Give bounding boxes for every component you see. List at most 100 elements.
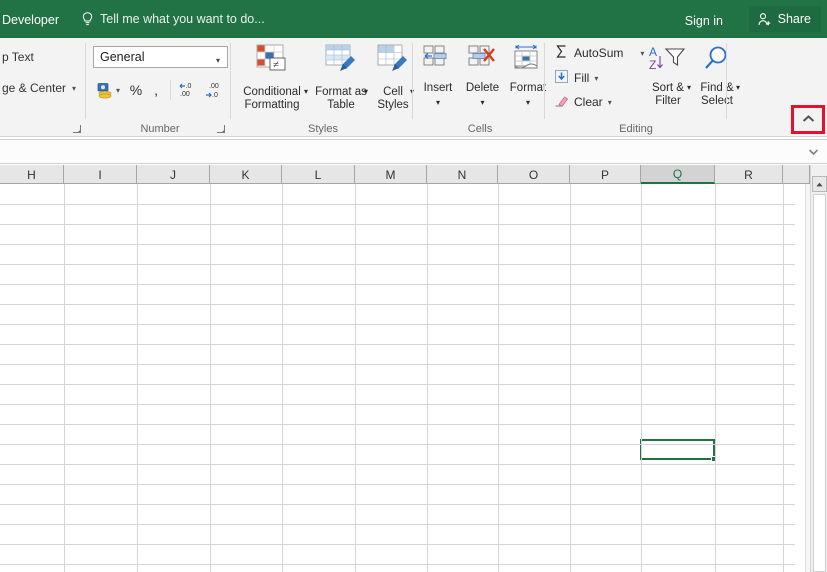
grid-row-line bbox=[0, 304, 795, 305]
merge-center-label: ge & Center bbox=[2, 81, 66, 95]
cell-styles-button[interactable]: Cell Styles ▾ bbox=[372, 44, 414, 112]
tell-me-label: Tell me what you want to do... bbox=[100, 12, 265, 26]
grid-row-line bbox=[0, 424, 795, 425]
chevron-down-icon[interactable]: ▾ bbox=[526, 96, 530, 109]
grid-column-line bbox=[282, 184, 283, 572]
column-header-K[interactable]: K bbox=[210, 165, 282, 184]
column-header-I[interactable]: I bbox=[64, 165, 137, 184]
chevron-down-icon[interactable]: ▾ bbox=[736, 81, 740, 94]
grid-row-line bbox=[0, 564, 795, 565]
ribbon-group-number-label: Number bbox=[90, 123, 230, 135]
share-button[interactable]: Share bbox=[749, 6, 821, 32]
insert-cells-button[interactable]: Insert ▾ bbox=[416, 44, 460, 109]
column-header-row: HIJKLMNOPQR bbox=[0, 165, 810, 184]
column-header-H[interactable]: H bbox=[0, 165, 64, 184]
svg-text:Z: Z bbox=[649, 58, 656, 72]
accounting-format-button[interactable] bbox=[94, 77, 116, 103]
find-select-button[interactable]: Find & Select ▾ bbox=[693, 44, 741, 108]
conditional-formatting-icon: ≠ bbox=[252, 44, 292, 82]
number-format-combo[interactable]: General ▾ bbox=[93, 46, 228, 68]
ribbon-group-styles: ≠ Conditional Formatting ▾ Format as Tab… bbox=[232, 38, 414, 137]
svg-text:.00: .00 bbox=[209, 83, 219, 90]
grid-row-line bbox=[0, 344, 795, 345]
chevron-down-icon[interactable]: ▾ bbox=[72, 84, 76, 93]
decrease-decimal-icon[interactable]: .00 .0 bbox=[202, 77, 228, 103]
ribbon-group-cells: Insert ▾ Delete ▾ bbox=[414, 38, 546, 137]
grid-column-line bbox=[64, 184, 65, 572]
column-header-M[interactable]: M bbox=[355, 165, 427, 184]
chevron-up-icon bbox=[801, 111, 816, 129]
svg-text:A: A bbox=[649, 45, 657, 59]
grid-cells-area[interactable] bbox=[0, 184, 795, 572]
autosum-label: AutoSum bbox=[574, 46, 623, 60]
chevron-down-icon[interactable]: ▾ bbox=[436, 96, 440, 109]
conditional-formatting-button[interactable]: ≠ Conditional Formatting ▾ bbox=[234, 44, 310, 112]
column-header-N[interactable]: N bbox=[427, 165, 498, 184]
group-separator bbox=[230, 43, 231, 119]
ribbon-group-editing: AutoSum ▾ Fill ▾ Clear ▾ bbox=[546, 38, 726, 137]
formula-input[interactable] bbox=[4, 140, 799, 163]
selected-cell-Q bbox=[640, 439, 715, 460]
percent-style-button[interactable]: % bbox=[125, 77, 147, 103]
column-header-Q[interactable]: Q bbox=[641, 165, 715, 184]
wrap-text-button[interactable]: p Text bbox=[2, 50, 34, 64]
chevron-down-icon[interactable]: ▾ bbox=[364, 85, 368, 98]
format-cells-icon bbox=[511, 44, 545, 78]
titlebar: Developer Tell me what you want to do...… bbox=[0, 0, 827, 38]
eraser-icon bbox=[554, 93, 569, 111]
column-header-blank[interactable] bbox=[783, 165, 810, 184]
chevron-down-icon[interactable]: ▾ bbox=[608, 98, 612, 107]
comma-style-button[interactable]: , bbox=[147, 77, 165, 103]
collapse-ribbon-button[interactable] bbox=[794, 108, 822, 131]
increase-decimal-icon[interactable]: .0 .00 bbox=[176, 77, 202, 103]
sign-in-link[interactable]: Sign in bbox=[685, 14, 723, 28]
format-as-table-label: Format as Table bbox=[315, 86, 367, 112]
column-header-J[interactable]: J bbox=[137, 165, 210, 184]
chevron-down-icon[interactable]: ▾ bbox=[304, 85, 308, 98]
format-as-table-button[interactable]: Format as Table ▾ bbox=[312, 44, 370, 112]
grid-column-line bbox=[641, 184, 642, 572]
share-label: Share bbox=[778, 12, 811, 26]
sigma-icon bbox=[554, 44, 569, 62]
find-select-label: Find & Select bbox=[700, 82, 733, 108]
grid-column-line bbox=[783, 184, 784, 572]
grid-row-line bbox=[0, 484, 795, 485]
chevron-down-icon[interactable]: ▾ bbox=[687, 81, 691, 94]
vertical-scrollbar[interactable] bbox=[810, 165, 827, 572]
number-dialog-launcher[interactable] bbox=[215, 122, 227, 134]
magnifier-icon bbox=[700, 44, 734, 78]
alignment-dialog-launcher[interactable] bbox=[71, 122, 83, 134]
chevron-down-icon[interactable]: ▾ bbox=[480, 96, 484, 109]
grid-row-line bbox=[0, 224, 795, 225]
autosum-button[interactable]: AutoSum ▾ bbox=[554, 44, 644, 62]
fill-button[interactable]: Fill ▾ bbox=[554, 69, 598, 87]
delete-cells-icon bbox=[466, 44, 500, 78]
grid-column-line bbox=[498, 184, 499, 572]
cell-styles-icon bbox=[374, 44, 412, 82]
delete-cells-button[interactable]: Delete ▾ bbox=[460, 44, 505, 109]
grid-row-line bbox=[0, 404, 795, 405]
ribbon-group-styles-label: Styles bbox=[232, 123, 414, 135]
fill-handle[interactable] bbox=[711, 456, 717, 462]
tell-me-search[interactable]: Tell me what you want to do... bbox=[82, 12, 265, 26]
column-header-O[interactable]: O bbox=[498, 165, 570, 184]
column-header-L[interactable]: L bbox=[282, 165, 355, 184]
clear-button[interactable]: Clear ▾ bbox=[554, 93, 612, 111]
column-header-P[interactable]: P bbox=[570, 165, 641, 184]
merge-center-button[interactable]: ge & Center ▾ bbox=[2, 81, 76, 95]
svg-text:≠: ≠ bbox=[273, 59, 279, 71]
scroll-track[interactable] bbox=[813, 194, 826, 572]
group-separator bbox=[544, 43, 545, 119]
insert-cells-icon bbox=[421, 44, 455, 78]
chevron-down-icon[interactable]: ▾ bbox=[216, 56, 220, 65]
clear-label: Clear bbox=[574, 95, 603, 109]
sort-filter-button[interactable]: A Z Sort & Filter ▾ bbox=[644, 44, 692, 108]
tab-developer[interactable]: Developer bbox=[0, 13, 59, 27]
grid-row-line bbox=[0, 284, 795, 285]
column-header-R[interactable]: R bbox=[715, 165, 783, 184]
scroll-up-button[interactable] bbox=[812, 176, 827, 192]
chevron-down-icon[interactable]: ▾ bbox=[116, 86, 120, 95]
chevron-down-icon[interactable]: ▾ bbox=[594, 74, 598, 83]
expand-formula-bar-button[interactable] bbox=[802, 140, 824, 163]
grid-row-line bbox=[0, 204, 795, 205]
